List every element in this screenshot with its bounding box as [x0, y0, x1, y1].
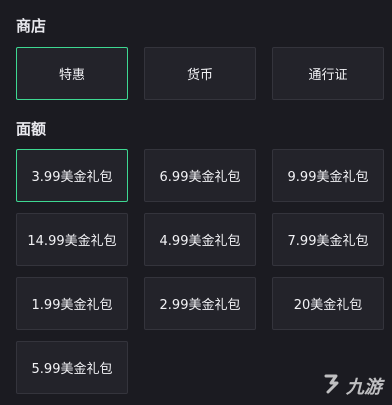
- denomination-option-3-99[interactable]: 3.99美金礼包: [16, 149, 128, 202]
- tab-pass[interactable]: 通行证: [272, 47, 384, 100]
- denomination-option-9-99[interactable]: 9.99美金礼包: [272, 149, 384, 202]
- denomination-grid: 3.99美金礼包 6.99美金礼包 9.99美金礼包 14.99美金礼包 4.9…: [16, 149, 384, 394]
- denomination-option-4-99[interactable]: 4.99美金礼包: [144, 213, 256, 266]
- denomination-option-20[interactable]: 20美金礼包: [272, 277, 384, 330]
- denomination-option-7-99[interactable]: 7.99美金礼包: [272, 213, 384, 266]
- watermark-logo-icon: [322, 372, 344, 399]
- shop-tabs: 特惠 货币 通行证: [16, 47, 384, 100]
- denomination-option-1-99[interactable]: 1.99美金礼包: [16, 277, 128, 330]
- denomination-section-title: 面额: [16, 120, 47, 138]
- denomination-option-5-99[interactable]: 5.99美金礼包: [16, 341, 128, 394]
- denomination-option-14-99[interactable]: 14.99美金礼包: [16, 213, 128, 266]
- tab-special-offer[interactable]: 特惠: [16, 47, 128, 100]
- tab-currency[interactable]: 货币: [144, 47, 256, 100]
- shop-section-title: 商店: [16, 17, 47, 35]
- denomination-option-2-99[interactable]: 2.99美金礼包: [144, 277, 256, 330]
- watermark-text: 九游: [346, 376, 382, 398]
- denomination-option-6-99[interactable]: 6.99美金礼包: [144, 149, 256, 202]
- watermark: 九游: [322, 372, 382, 399]
